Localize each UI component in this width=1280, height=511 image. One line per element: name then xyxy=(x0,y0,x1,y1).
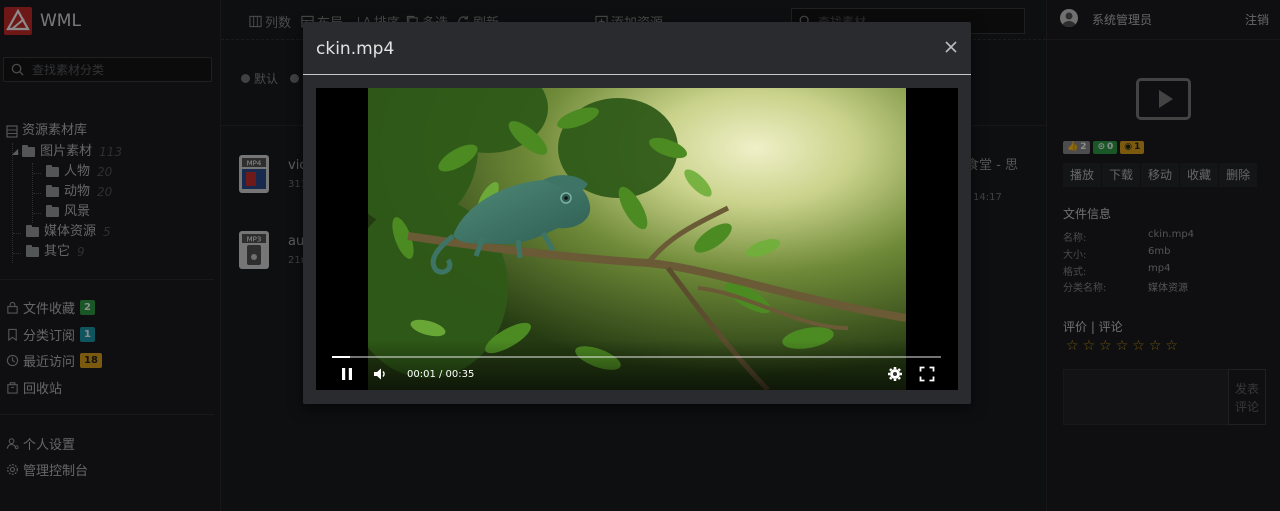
controls-gradient xyxy=(316,340,958,390)
video-time: 00:01 / 00:35 xyxy=(407,369,475,380)
modal-title: ckin.mp4 xyxy=(316,39,395,59)
fullscreen-icon[interactable] xyxy=(919,366,935,382)
video-progress-fill xyxy=(332,356,350,358)
app: WML 资源素材库 ◢ 图片素材 113 xyxy=(0,0,1280,511)
video-progress-bar[interactable] xyxy=(332,356,941,358)
volume-icon[interactable] xyxy=(372,366,388,382)
video-modal: ckin.mp4 00:01 / 00:35 xyxy=(303,22,971,404)
pause-icon[interactable] xyxy=(339,366,355,382)
close-icon[interactable] xyxy=(944,40,958,54)
video-player[interactable]: 00:01 / 00:35 xyxy=(316,88,958,390)
settings-gear-icon[interactable] xyxy=(887,366,903,382)
modal-divider xyxy=(303,74,971,75)
